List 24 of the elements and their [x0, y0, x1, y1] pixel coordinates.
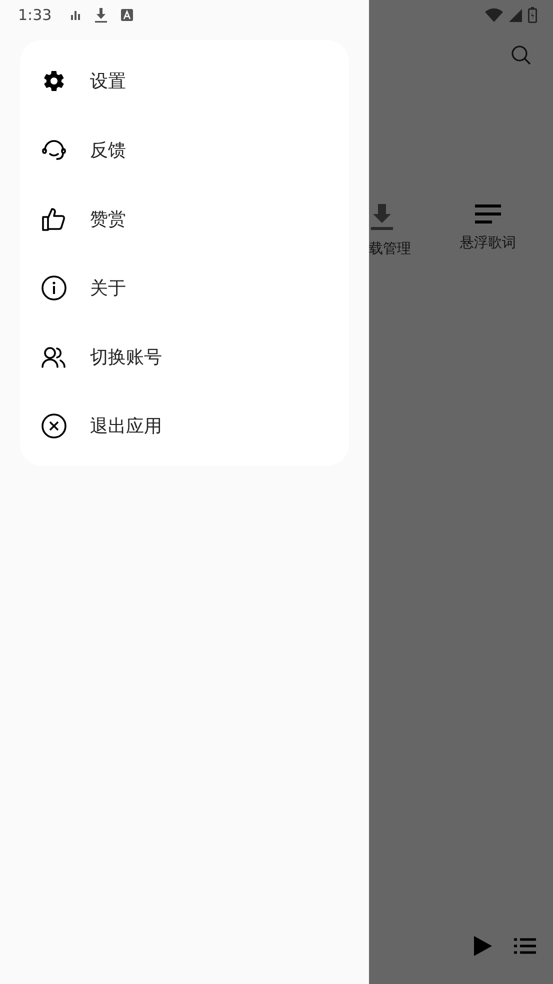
menu-item[interactable]: 赞赏	[20, 184, 349, 253]
menu-item[interactable]: 切换账号	[20, 322, 349, 391]
settings-icon	[42, 68, 66, 92]
people-icon	[41, 344, 67, 368]
info-icon	[41, 274, 67, 300]
menu-item[interactable]: 反馈	[20, 115, 349, 184]
bars-icon	[70, 10, 81, 20]
battery-icon	[528, 7, 537, 23]
play-icon[interactable]	[474, 936, 492, 956]
menu-item[interactable]: 设置	[20, 46, 349, 115]
headset-icon	[41, 138, 67, 162]
keyboard-app-icon	[120, 9, 133, 21]
playlist-icon[interactable]	[514, 938, 536, 954]
download-icon	[370, 204, 394, 230]
search-icon[interactable]	[511, 45, 531, 65]
close-icon	[41, 412, 67, 438]
signal-icon	[509, 8, 522, 22]
wifi-icon	[485, 8, 503, 22]
menu-item[interactable]: 退出应用	[20, 391, 349, 460]
lines-icon	[475, 204, 501, 224]
download-icon	[94, 8, 107, 22]
thumbs-up-icon	[41, 206, 67, 232]
menu-item[interactable]: 关于	[20, 253, 349, 322]
status-time: 1:33	[18, 6, 52, 24]
